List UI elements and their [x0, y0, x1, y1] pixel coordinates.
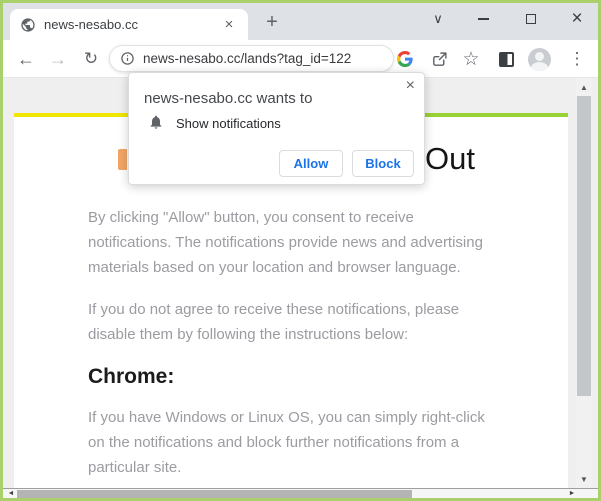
tab-title: news-nesabo.cc	[44, 17, 138, 32]
browser-menu-icon[interactable]: ⋮	[565, 47, 589, 71]
block-button[interactable]: Block	[352, 150, 414, 177]
intro-paragraph: By clicking "Allow" button, you consent …	[88, 209, 483, 276]
tab-strip: news-nesabo.cc × + ∨ ×	[3, 3, 598, 40]
chrome-instructions-paragraph: If you have Windows or Linux OS, you can…	[88, 409, 485, 476]
horizontal-scrollbar[interactable]: ◄ ►	[3, 488, 598, 498]
reload-button[interactable]: ↻	[78, 47, 104, 71]
address-bar[interactable]: news-nesabo.cc/lands?tag_id=122	[109, 45, 394, 72]
google-g-icon[interactable]	[393, 47, 417, 71]
browser-tab[interactable]: news-nesabo.cc ×	[10, 9, 248, 40]
bookmark-star-icon[interactable]: ☆	[459, 47, 483, 71]
chrome-heading: Chrome:	[88, 365, 175, 388]
hidden-heading-image-sliver	[118, 149, 127, 170]
minimize-icon	[477, 18, 489, 20]
window-maximize-button[interactable]	[519, 7, 543, 31]
vertical-scrollbar[interactable]: ▲ ▼	[576, 78, 592, 488]
avatar-icon	[527, 47, 551, 71]
bell-icon	[148, 114, 164, 130]
screenshot-green-frame: news-nesabo.cc × + ∨ × ← → ↻ news-nesabo…	[0, 0, 601, 501]
share-icon[interactable]	[427, 47, 451, 71]
page-heading-partial: Out	[425, 141, 475, 176]
window-close-button[interactable]: ×	[565, 7, 589, 31]
new-tab-button[interactable]: +	[258, 8, 286, 36]
horizontal-scrollbar-thumb[interactable]	[17, 490, 412, 498]
scroll-left-arrow-icon[interactable]: ◄	[5, 489, 17, 498]
profile-avatar[interactable]	[527, 47, 551, 71]
url-text: news-nesabo.cc/lands?tag_id=122	[143, 51, 352, 66]
popup-permission-label: Show notifications	[176, 116, 281, 131]
tab-close-icon[interactable]: ×	[220, 16, 238, 33]
scroll-up-arrow-icon[interactable]: ▲	[576, 80, 592, 94]
vertical-scrollbar-thumb[interactable]	[577, 96, 591, 396]
browser-window: news-nesabo.cc × + ∨ × ← → ↻ news-nesabo…	[3, 3, 598, 498]
globe-favicon-icon	[20, 17, 36, 33]
page-info-icon[interactable]	[120, 51, 135, 66]
window-minimize-button[interactable]	[471, 7, 495, 31]
back-button[interactable]: ←	[13, 47, 39, 71]
disagree-paragraph: If you do not agree to receive these not…	[88, 301, 460, 343]
maximize-icon	[526, 14, 536, 24]
window-menu-chevron-icon[interactable]: ∨	[426, 7, 450, 31]
popup-close-icon[interactable]: ×	[406, 77, 415, 95]
scroll-right-arrow-icon[interactable]: ►	[566, 489, 578, 498]
allow-button[interactable]: Allow	[279, 150, 343, 177]
side-panel-icon[interactable]	[494, 47, 518, 71]
notification-permission-popup: × news-nesabo.cc wants to Show notificat…	[128, 72, 425, 185]
side-panel-glyph	[498, 51, 514, 67]
scroll-down-arrow-icon[interactable]: ▼	[576, 472, 592, 486]
popup-title: news-nesabo.cc wants to	[144, 90, 313, 107]
forward-button[interactable]: →	[45, 47, 71, 71]
